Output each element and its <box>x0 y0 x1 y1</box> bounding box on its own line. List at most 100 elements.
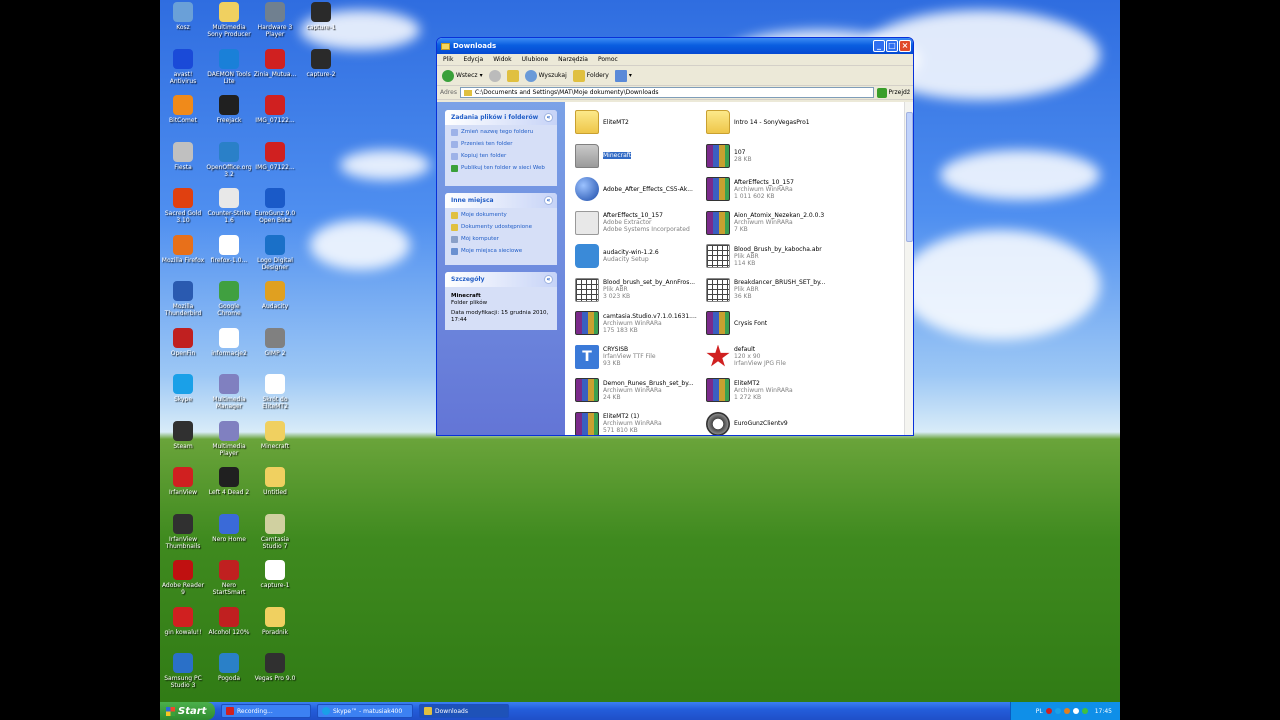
desktop-icon[interactable]: Nero Home <box>206 513 252 543</box>
task-copy-folder[interactable]: Kopiuj ten folder <box>451 153 551 163</box>
desktop-icon[interactable]: informacje2 <box>206 327 252 357</box>
desktop-icon[interactable]: Fiesta <box>160 141 206 171</box>
desktop-icon[interactable]: EuroGunz 9.0 Open Beta <box>252 188 298 224</box>
start-button[interactable]: Start <box>160 702 215 720</box>
search-button[interactable]: Wyszukaj <box>524 69 567 82</box>
desktop-icon[interactable]: Counter-Strike 1.6 <box>206 188 252 224</box>
minimize-button[interactable]: _ <box>873 40 885 52</box>
desktop-icon[interactable]: IrfanView Thumbnails <box>160 513 206 550</box>
tray-icon[interactable] <box>1081 708 1088 714</box>
views-button[interactable]: ▾ <box>614 69 632 82</box>
desktop-icon[interactable]: Pogoda <box>206 653 252 682</box>
desktop-icon[interactable]: OpenFin <box>160 327 206 357</box>
menu-view[interactable]: Widok <box>493 56 511 63</box>
place-my-documents[interactable]: Moje dokumenty <box>451 212 551 222</box>
file-item[interactable]: Minecraft <box>575 140 705 172</box>
file-item[interactable]: EuroGunzClientv9 <box>706 408 836 435</box>
desktop-icon[interactable]: Skrót do EliteMT2 <box>252 374 298 410</box>
desktop-icon[interactable]: Camtasia Studio 7 <box>252 513 298 550</box>
desktop-icon[interactable]: GIMP 2 <box>252 327 298 357</box>
place-my-computer[interactable]: Mój komputer <box>451 236 551 246</box>
language-indicator[interactable]: PL <box>1036 708 1043 715</box>
file-item[interactable]: AfterEffects_10_157 Adobe Extractor Adobe … <box>575 207 705 239</box>
collapse-chevron-icon[interactable]: « <box>544 196 553 205</box>
file-item[interactable]: T CRYSISB IrfanView TTF File 93 KB <box>575 341 705 373</box>
desktop-icon[interactable]: DAEMON Tools Lite <box>206 48 252 85</box>
file-item[interactable]: EliteMT2 Archiwum WinRARa 1 272 KB <box>706 374 836 406</box>
desktop-icon[interactable]: IMG_07122... <box>252 141 298 171</box>
desktop-icon[interactable]: Multimedia Sony Producer <box>206 2 252 38</box>
file-tasks-header[interactable]: Zadania plików i folderów « <box>445 110 557 125</box>
other-places-header[interactable]: Inne miejsca « <box>445 193 557 208</box>
desktop-icon[interactable]: BitComet <box>160 95 206 124</box>
desktop-icon[interactable]: Multimedia Manager <box>206 374 252 410</box>
file-item[interactable]: Blood_brush_set_by_AnnFros... Plik ABR 3 0… <box>575 274 705 306</box>
menu-edit[interactable]: Edycja <box>463 56 483 63</box>
maximize-button[interactable]: □ <box>886 40 898 52</box>
file-item[interactable]: Intro 14 - SonyVegasPro1 <box>706 106 836 138</box>
desktop-icon[interactable]: OpenOffice.org 3.2 <box>206 141 252 178</box>
place-shared-documents[interactable]: Dokumenty udostępnione <box>451 224 551 234</box>
desktop-icon[interactable]: Vegas Pro 9.0 <box>252 653 298 682</box>
desktop-icon[interactable]: gin kowalu!! <box>160 606 206 636</box>
desktop-icon[interactable]: Adobe Reader 9 <box>160 560 206 596</box>
desktop-icon[interactable]: Audacity <box>252 281 298 310</box>
desktop-icon[interactable]: capture-2 <box>298 48 344 78</box>
forward-button[interactable] <box>488 69 501 82</box>
desktop-icon[interactable]: Skype <box>160 374 206 403</box>
desktop-icon[interactable]: Multimedia Player <box>206 420 252 457</box>
file-item[interactable]: EliteMT2 (1) Archiwum WinRARa 571 810 KB <box>575 408 705 435</box>
file-item[interactable]: 107 28 KB <box>706 140 836 172</box>
taskbar-item-skype[interactable]: Skype™ - matusiak400 <box>317 704 413 718</box>
desktop-icon[interactable]: Logo Digital Designer <box>252 234 298 271</box>
menu-favorites[interactable]: Ulubione <box>522 56 549 63</box>
desktop-icon[interactable]: Nero StartSmart <box>206 560 252 596</box>
address-field[interactable]: C:\Documents and Settings\MAT\Moje dokum… <box>459 87 874 98</box>
explorer-window[interactable]: Downloads _ □ × Plik Edycja Widok Ulubio… <box>436 37 914 436</box>
menu-tools[interactable]: Narzędzia <box>558 56 588 63</box>
file-item[interactable]: camtasia.Studio.v7.1.0.1631.... Archiwum … <box>575 307 705 339</box>
go-button[interactable]: Przejdź <box>876 87 910 98</box>
desktop-icon[interactable]: Alcohol 120% <box>206 606 252 636</box>
desktop-icon[interactable]: Untitled <box>252 467 298 496</box>
file-item[interactable]: Aion_Atomix_Nezekan_2.0.0.3 Archiwum WinR… <box>706 207 836 239</box>
place-network[interactable]: Moje miejsca sieciowe <box>451 248 551 258</box>
folders-button[interactable]: Foldery <box>572 69 609 82</box>
desktop-icon[interactable]: capture-1 <box>252 560 298 589</box>
desktop-icon[interactable]: Kosz <box>160 2 206 31</box>
details-header[interactable]: Szczegóły « <box>445 272 557 287</box>
desktop-icon[interactable]: Hardware 3 Player <box>252 2 298 38</box>
title-bar[interactable]: Downloads _ □ × <box>437 38 913 54</box>
volume-icon[interactable] <box>1072 708 1079 714</box>
desktop-icon[interactable]: Left 4 Dead 2 <box>206 467 252 496</box>
file-item[interactable]: Blood_Brush_by_kabocha.abr Plik ABR 114 KB <box>706 240 836 272</box>
task-publish-folder[interactable]: Publikuj ten folder w sieci Web <box>451 165 551 179</box>
desktop-icon[interactable]: Mozilla Firefox <box>160 234 206 264</box>
menu-help[interactable]: Pomoc <box>598 56 618 63</box>
desktop-icon[interactable]: firefox-1.0... <box>206 234 252 264</box>
up-folder-button[interactable] <box>506 69 519 82</box>
file-item[interactable]: Demon_Runes_Brush_set_by... Archiwum WinR… <box>575 374 705 406</box>
tray-icon[interactable] <box>1063 708 1070 714</box>
close-button[interactable]: × <box>899 40 911 52</box>
desktop-icon[interactable]: Mozilla Thunderbird <box>160 281 206 317</box>
tray-icon[interactable] <box>1054 708 1061 714</box>
collapse-chevron-icon[interactable]: « <box>544 113 553 122</box>
file-item[interactable]: audacity-win-1.2.6 Audacity Setup <box>575 240 705 272</box>
chevron-down-icon[interactable]: ▾ <box>480 72 483 79</box>
file-item[interactable]: default 120 x 90 IrfanView JPG File <box>706 341 836 373</box>
scrollbar-thumb[interactable] <box>906 112 913 242</box>
task-move-folder[interactable]: Przenieś ten folder <box>451 141 551 151</box>
file-item[interactable]: Breakdancer_BRUSH_SET_by... Plik ABR 36 KB <box>706 274 836 306</box>
desktop-icon[interactable]: avast! Antivirus <box>160 48 206 85</box>
collapse-chevron-icon[interactable]: « <box>544 275 553 284</box>
desktop-icon[interactable]: Steam <box>160 420 206 450</box>
desktop-icon[interactable]: IMG_07122... <box>252 95 298 124</box>
task-rename-folder[interactable]: Zmień nazwę tego folderu <box>451 129 551 139</box>
desktop-icon[interactable]: IrfanView <box>160 467 206 496</box>
file-item[interactable]: AfterEffects_10_157 Archiwum WinRARa 1 011… <box>706 173 836 205</box>
menu-file[interactable]: Plik <box>443 56 453 63</box>
file-item[interactable]: Adobe_After_Effects_CS5-Ak... <box>575 173 705 205</box>
desktop-icon[interactable]: Poradnik <box>252 606 298 636</box>
taskbar-item-downloads[interactable]: Downloads <box>419 704 509 718</box>
